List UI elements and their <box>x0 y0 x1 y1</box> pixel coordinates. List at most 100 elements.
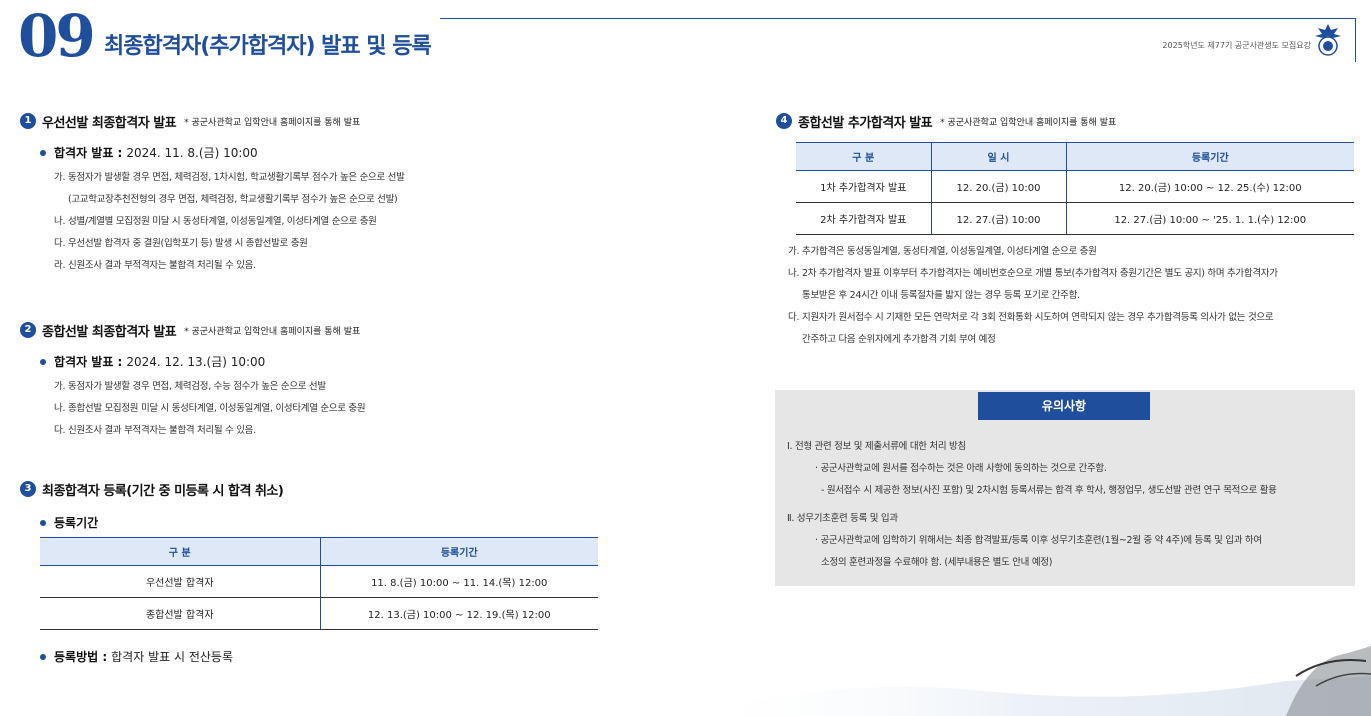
notice-sub-3: · 공군사관학교에 입학하기 위해서는 최종 합격발표/등록 이후 성무기초훈련… <box>815 535 1262 546</box>
section-3: 3 최종합격자 등록(기간 중 미등록 시 합격 취소) 등록기간 구 분 등록… <box>20 476 610 665</box>
section-4-number: 4 <box>776 113 792 129</box>
item-marker: 다. <box>788 312 800 323</box>
item-marker: 다. <box>54 238 66 249</box>
item-marker: 나. <box>54 216 66 227</box>
table-header-cell: 구 분 <box>40 537 320 566</box>
landscape-decoration <box>686 646 1371 716</box>
registration-method-label: 등록방법 : <box>54 650 108 664</box>
section-3-header: 3 최종합격자 등록(기간 중 미등록 시 합격 취소) <box>20 476 610 502</box>
notice-sub-4: 소정의 훈련과정을 수료해야 함. (세부내용은 별도 안내 예정) <box>821 557 1053 568</box>
section-2: 2 종합선발 최종합격자 발표 * 공군사관학교 입학안내 홈페이지를 통해 발… <box>20 317 610 442</box>
section-1-number: 1 <box>20 113 36 129</box>
item-text: 2차 추가합격자 발표 이후부터 추가합격자는 예비번호순으로 개별 통보(추가… <box>802 268 1278 301</box>
section-4-items: 가. 추가합격은 동성동일계열, 동성타계열, 이성동일계열, 이성타계열 순으… <box>788 241 1356 351</box>
section-4-header: 4 종합선발 추가합격자 발표 * 공군사관학교 입학안내 홈페이지를 통해 발… <box>776 108 1356 134</box>
item-text: 신원조사 결과 부적격자는 불합격 처리될 수 있음. <box>68 425 256 436</box>
item-marker: 가. <box>54 381 66 392</box>
table-cell: 종합선발 합격자 <box>40 597 320 630</box>
additional-admission-table: 구 분 일 시 등록기간 1차 추가합격자 발표 12. 20.(금) 10:0… <box>796 142 1354 235</box>
chapter-title: 최종합격자(추가합격자) 발표 및 등록 <box>104 34 432 59</box>
registration-table: 구 분 등록기간 우선선발 합격자 11. 8.(금) 10:00 ~ 11. … <box>40 537 598 630</box>
item-text: 추가합격은 동성동일계열, 동성타계열, 이성동일계열, 이성타계열 순으로 충… <box>802 246 1097 257</box>
list-item: 다. 신원조사 결과 부적격자는 불합격 처리될 수 있음. <box>54 420 610 442</box>
table-header-cell: 등록기간 <box>319 537 598 566</box>
bullet-dot-icon <box>40 519 46 526</box>
announcement-label: 합격자 발표 : <box>54 355 123 369</box>
notice-heading-1: Ⅰ. 전형 관련 정보 및 제출서류에 대한 처리 방침 <box>787 441 966 452</box>
table-header-cell: 구 분 <box>796 142 931 171</box>
announcement-date: 2024. 12. 13.(금) 10:00 <box>126 355 266 369</box>
table-header-cell: 등록기간 <box>1065 142 1354 171</box>
table-row: 우선선발 합격자 11. 8.(금) 10:00 ~ 11. 14.(목) 12… <box>40 565 598 598</box>
right-column: 4 종합선발 추가합격자 발표 * 공군사관학교 입학안내 홈페이지를 통해 발… <box>776 108 1356 351</box>
notice-title: 유의사항 <box>978 392 1150 420</box>
table-row: 2차 추가합격자 발표 12. 27.(금) 10:00 12. 27.(금) … <box>796 202 1354 235</box>
table-cell: 2차 추가합격자 발표 <box>796 202 931 235</box>
notice-body: Ⅰ. 전형 관련 정보 및 제출서류에 대한 처리 방침 · 공군사관학교에 원… <box>787 436 1347 574</box>
table-cell: 12. 20.(금) 10:00 ~ 12. 25.(수) 12:00 <box>1065 170 1354 203</box>
table-row: 종합선발 합격자 12. 13.(금) 10:00 ~ 12. 19.(목) 1… <box>40 597 598 630</box>
bullet-dot-icon <box>40 653 46 660</box>
item-text: 신원조사 결과 부적격자는 불합격 처리될 수 있음. <box>68 260 256 271</box>
notice-box: 유의사항 Ⅰ. 전형 관련 정보 및 제출서류에 대한 처리 방침 · 공군사관… <box>775 390 1355 586</box>
item-text: 동점자가 발생할 경우 면접, 체력검정, 수능 점수가 높은 순으로 선발 <box>68 381 326 392</box>
section-2-announcement: 합격자 발표 : 2024. 12. 13.(금) 10:00 <box>40 353 610 370</box>
table-cell: 12. 13.(금) 10:00 ~ 12. 19.(목) 12:00 <box>319 597 598 630</box>
item-text: 성별/계열별 모집정원 미달 시 동성타계열, 이성동일계열, 이성타계열 순으… <box>68 216 377 227</box>
registration-method-bullet: 등록방법 : 합격자 발표 시 전산등록 <box>40 648 610 665</box>
table-row: 1차 추가합격자 발표 12. 20.(금) 10:00 12. 20.(금) … <box>796 170 1354 203</box>
section-2-header: 2 종합선발 최종합격자 발표 * 공군사관학교 입학안내 홈페이지를 통해 발… <box>20 317 610 343</box>
section-1-title: 우선선발 최종합격자 발표 <box>42 115 177 131</box>
item-text: 종합선발 모집정원 미달 시 동성타계열, 이성동일계열, 이성타계열 순으로 … <box>68 403 366 414</box>
table-header-row: 구 분 등록기간 <box>40 537 598 566</box>
announcement-label: 합격자 발표 : <box>54 146 123 160</box>
item-marker: 가. <box>54 172 66 183</box>
section-1-header: 1 우선선발 최종합격자 발표 * 공군사관학교 입학안내 홈페이지를 통해 발… <box>20 108 610 134</box>
header-rule <box>440 18 1355 19</box>
table-cell: 12. 27.(금) 10:00 ~ '25. 1. 1.(수) 12:00 <box>1065 202 1354 235</box>
list-item: 가. 동점자가 발생할 경우 면접, 체력검정, 수능 점수가 높은 순으로 선… <box>54 376 610 398</box>
table-header-cell: 일 시 <box>930 142 1066 171</box>
registration-period-bullet: 등록기간 <box>40 514 610 531</box>
announcement-date: 2024. 11. 8.(금) 10:00 <box>126 146 258 160</box>
section-3-number: 3 <box>20 481 36 497</box>
left-column: 1 우선선발 최종합격자 발표 * 공군사관학교 입학안내 홈페이지를 통해 발… <box>20 108 610 671</box>
section-3-title: 최종합격자 등록(기간 중 미등록 시 합격 취소) <box>42 483 284 499</box>
air-force-emblem-icon <box>1315 24 1341 56</box>
registration-period-label: 등록기간 <box>54 516 99 530</box>
item-text: 우선선발 합격자 중 결원(입학포기 등) 발생 시 종합선발로 충원 <box>68 238 308 249</box>
chapter-number: 09 <box>18 2 96 70</box>
item-marker: 가. <box>788 246 800 257</box>
section-4-title: 종합선발 추가합격자 발표 <box>798 115 933 131</box>
section-2-title: 종합선발 최종합격자 발표 <box>42 324 177 340</box>
section-1-note: * 공군사관학교 입학안내 홈페이지를 통해 발표 <box>184 117 361 128</box>
table-cell: 우선선발 합격자 <box>40 565 320 598</box>
list-item: 나. 2차 추가합격자 발표 이후부터 추가합격자는 예비번호순으로 개별 통보… <box>788 263 1356 307</box>
item-marker: 다. <box>54 425 66 436</box>
table-header-row: 구 분 일 시 등록기간 <box>796 142 1354 171</box>
registration-method-value: 합격자 발표 시 전산등록 <box>111 650 233 664</box>
table-cell: 1차 추가합격자 발표 <box>796 170 931 203</box>
list-item: 라. 신원조사 결과 부적격자는 불합격 처리될 수 있음. <box>54 255 610 277</box>
document-note: 2025학년도 제77기 공군사관생도 모집요강 <box>1162 41 1311 50</box>
bullet-dot-icon <box>40 358 46 365</box>
section-1-announcement: 합격자 발표 : 2024. 11. 8.(금) 10:00 <box>40 144 610 161</box>
section-2-note: * 공군사관학교 입학안내 홈페이지를 통해 발표 <box>184 326 361 337</box>
section-2-items: 가. 동점자가 발생할 경우 면접, 체력검정, 수능 점수가 높은 순으로 선… <box>54 376 610 442</box>
list-item: 나. 종합선발 모집정원 미달 시 동성타계열, 이성동일계열, 이성타계열 순… <box>54 398 610 420</box>
bullet-dot-icon <box>40 149 46 156</box>
list-item: 다. 우선선발 합격자 중 결원(입학포기 등) 발생 시 종합선발로 충원 <box>54 233 610 255</box>
table-cell: 11. 8.(금) 10:00 ~ 11. 14.(목) 12:00 <box>319 565 598 598</box>
section-1: 1 우선선발 최종합격자 발표 * 공군사관학교 입학안내 홈페이지를 통해 발… <box>20 108 610 277</box>
item-text: 동점자가 발생할 경우 면접, 체력검정, 1차시험, 학교생활기록부 점수가 … <box>68 172 405 205</box>
item-marker: 라. <box>54 260 66 271</box>
list-item: 가. 추가합격은 동성동일계열, 동성타계열, 이성동일계열, 이성타계열 순으… <box>788 241 1356 263</box>
header-rule-vertical <box>1355 18 1356 62</box>
notice-sub-2: - 원서접수 시 제공한 정보(사진 포함) 및 2차시험 등록서류는 합격 후… <box>821 485 1277 496</box>
item-marker: 나. <box>54 403 66 414</box>
notice-heading-2: Ⅱ. 성무기초훈련 등록 및 입과 <box>787 513 898 524</box>
table-cell: 12. 20.(금) 10:00 <box>930 170 1066 203</box>
section-4-note: * 공군사관학교 입학안내 홈페이지를 통해 발표 <box>940 117 1117 128</box>
section-1-items: 가. 동점자가 발생할 경우 면접, 체력검정, 1차시험, 학교생활기록부 점… <box>54 167 610 277</box>
page-header: 09 최종합격자(추가합격자) 발표 및 등록 2025학년도 제77기 공군사… <box>0 0 1371 70</box>
